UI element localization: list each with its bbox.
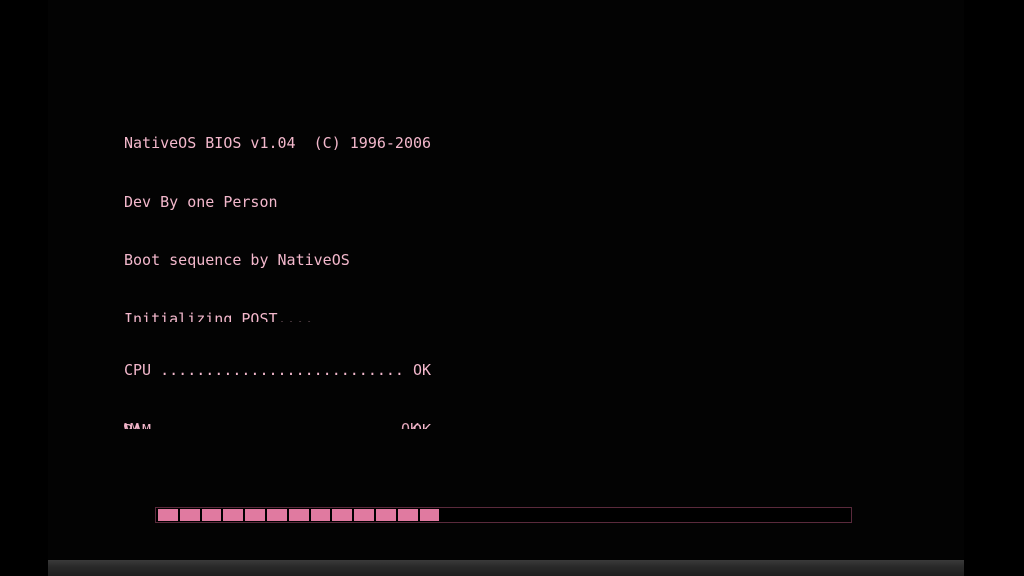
progress-block (179, 509, 200, 521)
progress-block (397, 509, 418, 521)
boot-log-line-ram: RAM ........................... OK RAM .… (124, 419, 431, 429)
progress-block (201, 509, 222, 521)
boot-progress-fill (158, 509, 440, 521)
progress-block (354, 509, 374, 521)
progress-block (266, 509, 287, 521)
progress-block (223, 509, 244, 521)
progress-block (375, 509, 396, 521)
boot-log-line-developer: Dev By one Person (124, 192, 278, 211)
ram-line-text: RAM ........................... OK (124, 421, 431, 429)
boot-progress-bar (155, 507, 852, 523)
bottom-edge-bar (48, 560, 964, 576)
bios-screen: NativeOS BIOS v1.04 (C) 1996-2006 Dev By… (0, 0, 1024, 576)
progress-block (419, 509, 440, 521)
progress-block (332, 509, 353, 521)
progress-block (245, 509, 265, 521)
boot-log: NativeOS BIOS v1.04 (C) 1996-2006 Dev By… (124, 95, 431, 468)
boot-log-line-boot-sequence: Boot sequence by NativeOS (124, 251, 350, 269)
boot-log-line-post: Initializing POST.... (124, 309, 314, 322)
boot-log-line-title: NativeOS BIOS v1.04 (C) 1996-2006 (124, 134, 432, 152)
boot-log-line-cpu: CPU ........................... OK (124, 360, 432, 379)
progress-block (288, 509, 309, 521)
progress-block (310, 509, 331, 521)
progress-block (158, 509, 178, 521)
